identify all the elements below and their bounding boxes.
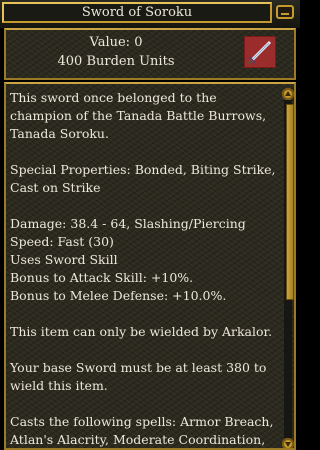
description-text: This sword once belonged to the champion… bbox=[10, 89, 278, 448]
description-paragraph: This sword once belonged to the champion… bbox=[10, 90, 267, 141]
scroll-thumb[interactable] bbox=[286, 104, 294, 300]
description-paragraph: This item can only be wielded by Arkalor… bbox=[10, 324, 273, 339]
description-paragraph: Your base Sword must be at least 380 to … bbox=[10, 360, 267, 393]
description-paragraph: Casts the following spells: Armor Breach… bbox=[10, 414, 274, 447]
minimize-button[interactable] bbox=[276, 5, 294, 19]
description-paragraph: Special Properties: Bonded, Biting Strik… bbox=[10, 162, 276, 195]
title-bar[interactable]: Sword of Soroku bbox=[0, 0, 300, 28]
sword-icon bbox=[244, 36, 276, 68]
scroll-up-arrow-icon[interactable] bbox=[282, 88, 294, 100]
vertical-scrollbar[interactable] bbox=[282, 88, 294, 448]
scroll-down-arrow-icon[interactable] bbox=[282, 438, 294, 448]
item-burden: 400 Burden Units bbox=[57, 54, 175, 69]
item-examine-window: Sword of Soroku Value: 0 400 Burden Unit… bbox=[0, 0, 300, 450]
description-paragraph: Damage: 38.4 - 64, Slashing/Piercing Spe… bbox=[10, 216, 246, 303]
description-panel[interactable]: This sword once belonged to the champion… bbox=[4, 82, 296, 450]
item-value: Value: 0 bbox=[89, 35, 143, 50]
window-title: Sword of Soroku bbox=[2, 2, 272, 23]
value-panel: Value: 0 400 Burden Units bbox=[4, 28, 296, 80]
scroll-track[interactable] bbox=[284, 100, 294, 438]
